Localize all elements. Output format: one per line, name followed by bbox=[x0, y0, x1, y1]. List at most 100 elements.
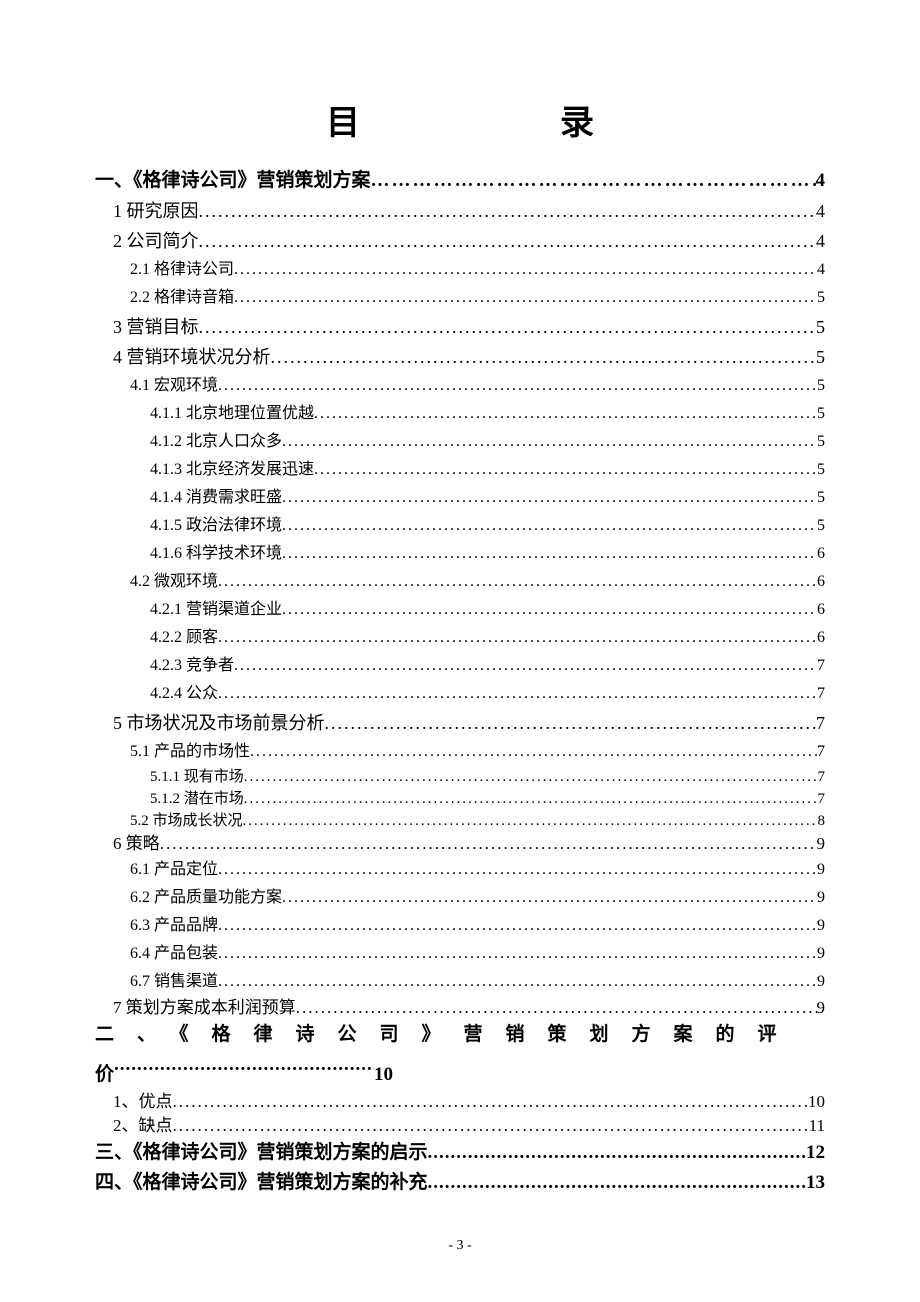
title-left: 目 bbox=[326, 95, 360, 144]
toc-page: 5 bbox=[817, 372, 825, 400]
toc-page: 5 bbox=[817, 284, 825, 312]
toc-page: 9 bbox=[817, 884, 825, 912]
toc-page: 13 bbox=[806, 1168, 825, 1198]
toc-page: 9 bbox=[817, 912, 825, 940]
toc-label: 4.1.3 北京经济发展迅速 bbox=[150, 456, 314, 484]
toc-leader bbox=[218, 680, 817, 708]
toc-page: 4 bbox=[816, 196, 825, 226]
toc-label: 5.1.1 现有市场 bbox=[150, 766, 244, 788]
toc-label: 一、《格律诗公司》营销策划方案 bbox=[95, 166, 371, 196]
toc-label: 6 策略 bbox=[113, 832, 160, 856]
toc-label: 4.1 宏观环境 bbox=[130, 372, 218, 400]
toc-leader bbox=[234, 652, 817, 680]
toc-page: 10 bbox=[808, 1090, 825, 1114]
toc-page: 10 bbox=[374, 1064, 393, 1085]
toc-leader bbox=[234, 284, 817, 312]
toc-leader bbox=[218, 968, 817, 996]
toc-leader bbox=[218, 624, 817, 652]
toc-entry: 6.7 销售渠道9 bbox=[130, 968, 825, 996]
toc-label: 价 bbox=[95, 1064, 114, 1085]
toc-page: 7 bbox=[817, 680, 825, 708]
toc-leader bbox=[282, 540, 817, 568]
toc-page: 9 bbox=[817, 996, 826, 1020]
toc-entry: 1、优点10 bbox=[113, 1090, 825, 1114]
toc-page: 5 bbox=[817, 484, 825, 512]
toc-label: 6.4 产品包装 bbox=[130, 940, 218, 968]
toc-entry: 4.1.1 北京地理位置优越5 bbox=[150, 400, 825, 428]
toc-entry: 5.1.1 现有市场 7 bbox=[150, 766, 825, 788]
toc-leader bbox=[244, 788, 818, 810]
toc-entry: 6.1 产品定位 9 bbox=[130, 856, 825, 884]
toc-entry: 4.1.5 政治法律环境5 bbox=[150, 512, 825, 540]
toc-page: 6 bbox=[817, 568, 825, 596]
toc-leader bbox=[218, 568, 817, 596]
toc-leader bbox=[250, 738, 817, 766]
toc-leader bbox=[271, 342, 817, 372]
toc-entry: 5.1 产品的市场性7 bbox=[130, 738, 825, 766]
toc-label: 4.1.4 消费需求旺盛 bbox=[150, 484, 282, 512]
toc-entry: 5.2 市场成长状况8 bbox=[130, 810, 825, 832]
toc-label: 6.1 产品定位 bbox=[130, 856, 218, 884]
toc-label: 三、《格律诗公司》营销策划方案的启示 bbox=[95, 1138, 428, 1168]
toc-page: 4 bbox=[817, 256, 825, 284]
toc-entry: 6 策略 9 bbox=[113, 832, 825, 856]
toc-entry: 4.2 微观环境 6 bbox=[130, 568, 825, 596]
toc-entry: 2.2 格律诗音箱 5 bbox=[130, 284, 825, 312]
title-right: 录 bbox=[560, 95, 594, 144]
toc-label: 四、《格律诗公司》营销策划方案的补充 bbox=[95, 1168, 428, 1198]
toc-label: 2.2 格律诗音箱 bbox=[130, 284, 234, 312]
toc-entry: 4.1.3 北京经济发展迅速 5 bbox=[150, 456, 825, 484]
toc-entry: 四、《格律诗公司》营销策划方案的补充 13 bbox=[95, 1168, 825, 1198]
toc-entry-section2-tail: 价 10 bbox=[95, 1050, 825, 1090]
toc-page: 7 bbox=[817, 738, 825, 766]
toc-entry: 5 市场状况及市场前景分析7 bbox=[113, 708, 825, 738]
toc-entry: 一、《格律诗公司》营销策划方案 4 bbox=[95, 166, 825, 196]
toc-leader bbox=[114, 1050, 374, 1080]
toc-label: 4.2 微观环境 bbox=[130, 568, 218, 596]
toc-page: 9 bbox=[817, 856, 825, 884]
toc-label: 2.1 格律诗公司 bbox=[130, 256, 234, 284]
toc-page: 9 bbox=[817, 968, 825, 996]
toc-leader bbox=[428, 1138, 806, 1168]
toc-container: 一、《格律诗公司》营销策划方案 4 1 研究原因 4 2 公司简介 4 2.1 格律诗公司 4… bbox=[95, 166, 825, 1020]
toc-page: 7 bbox=[817, 652, 825, 680]
toc-label: 4.1.6 科学技术环境 bbox=[150, 540, 282, 568]
toc-leader bbox=[282, 884, 817, 912]
toc-page: 9 bbox=[817, 832, 826, 856]
toc-label: 3 营销目标 bbox=[113, 312, 199, 342]
toc-page: 7 bbox=[818, 788, 826, 810]
toc-page: 5 bbox=[816, 342, 825, 372]
toc-entry: 4.1.4 消费需求旺盛 5 bbox=[150, 484, 825, 512]
toc-page: 5 bbox=[817, 428, 825, 456]
toc-label: 4.2.2 顾客 bbox=[150, 624, 218, 652]
toc-page: 7 bbox=[818, 766, 826, 788]
toc-page: 5 bbox=[817, 456, 825, 484]
toc-entry: 6.4 产品包装 9 bbox=[130, 940, 825, 968]
toc-entry: 4.1 宏观环境 5 bbox=[130, 372, 825, 400]
toc-entry: 4.2.4 公众 7 bbox=[150, 680, 825, 708]
toc-leader bbox=[199, 312, 817, 342]
toc-leader bbox=[218, 372, 817, 400]
toc-label: 1 研究原因 bbox=[113, 196, 199, 226]
toc-leader bbox=[173, 1114, 809, 1138]
toc-entry: 7 策划方案成本利润预算9 bbox=[113, 996, 825, 1020]
toc-leader bbox=[160, 832, 817, 856]
toc-label: 4.2.4 公众 bbox=[150, 680, 218, 708]
toc-page: 9 bbox=[817, 940, 825, 968]
toc-entry-section2-head: 二、《格律诗公司》营销策划方案的评 bbox=[95, 1020, 825, 1050]
toc-page: 6 bbox=[817, 624, 825, 652]
toc-entry: 3 营销目标 5 bbox=[113, 312, 825, 342]
toc-leader bbox=[296, 996, 817, 1020]
toc-leader bbox=[199, 196, 817, 226]
toc-leader bbox=[428, 1168, 806, 1198]
toc-page: 5 bbox=[816, 312, 825, 342]
toc-container-2: 1、优点102、缺点11三、《格律诗公司》营销策划方案的启示12四、《格律诗公司… bbox=[95, 1090, 825, 1198]
toc-leader bbox=[325, 708, 817, 738]
toc-leader bbox=[371, 166, 816, 196]
toc-leader bbox=[282, 512, 817, 540]
toc-page: 6 bbox=[817, 596, 825, 624]
toc-label: 2 公司简介 bbox=[113, 226, 199, 256]
toc-page: 5 bbox=[817, 400, 825, 428]
toc-page: 4 bbox=[816, 166, 826, 196]
toc-leader bbox=[314, 400, 817, 428]
